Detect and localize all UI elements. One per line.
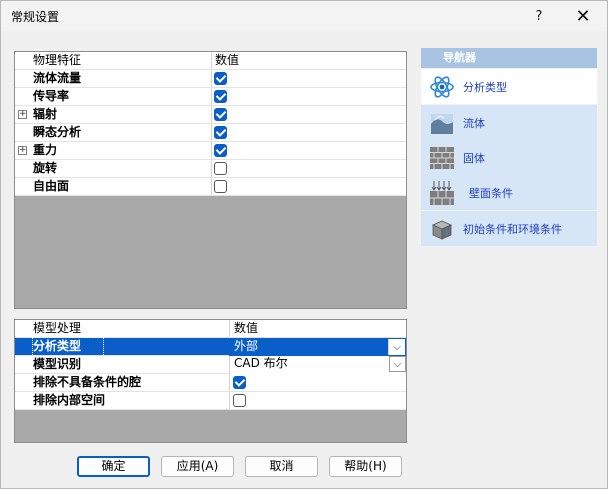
row-label: 分析类型 bbox=[33, 339, 82, 353]
column-divider bbox=[211, 88, 212, 105]
grid-row-exclude-internal-space[interactable]: 排除内部空间 bbox=[15, 392, 406, 410]
grid-header: 模型处理 数值 bbox=[15, 320, 406, 338]
transient-checkbox[interactable] bbox=[214, 126, 227, 139]
nav-item-solid[interactable]: 固体 bbox=[421, 140, 597, 175]
column-header-value: 数值 bbox=[234, 321, 259, 335]
grid-row-model-recognition[interactable]: 模型识别 CAD 布尔 ⌵ bbox=[15, 356, 406, 374]
exclude-internal-space-checkbox[interactable] bbox=[233, 394, 246, 407]
grid-row-transient[interactable]: 瞬态分析 bbox=[15, 124, 406, 142]
expand-icon[interactable]: + bbox=[18, 110, 27, 119]
nav-item-label: 固体 bbox=[463, 152, 485, 165]
nav-item-label: 流体 bbox=[463, 117, 485, 130]
nav-item-label: 分析类型 bbox=[463, 81, 507, 94]
navigator-title: 导航器 bbox=[421, 48, 597, 68]
column-divider bbox=[229, 374, 230, 391]
free-surface-checkbox[interactable] bbox=[214, 180, 227, 193]
atom-icon bbox=[430, 76, 454, 98]
wall-heat-icon bbox=[430, 181, 454, 205]
grid-row-free-surface[interactable]: 自由面 bbox=[15, 178, 406, 196]
analysis-type-dropdown[interactable]: 外部 ⌵ bbox=[229, 338, 406, 356]
expand-icon[interactable]: + bbox=[18, 146, 27, 155]
grid-row-exclude-cavities[interactable]: 排除不具备条件的腔 bbox=[15, 374, 406, 392]
apply-button[interactable]: 应用(A) bbox=[161, 456, 234, 477]
gravity-checkbox[interactable] bbox=[214, 144, 227, 157]
dropdown-value: 外部 bbox=[234, 339, 259, 353]
grid-row-gravity[interactable]: + 重力 bbox=[15, 142, 406, 160]
row-label: 传导率 bbox=[33, 89, 70, 103]
column-divider bbox=[211, 124, 212, 141]
column-divider bbox=[211, 52, 212, 69]
help-button[interactable]: 帮助(H) bbox=[329, 456, 402, 477]
column-divider bbox=[211, 106, 212, 123]
row-label: 流体流量 bbox=[33, 71, 82, 85]
radiation-checkbox[interactable] bbox=[214, 108, 227, 121]
rotation-checkbox[interactable] bbox=[214, 162, 227, 175]
fluid-flow-checkbox[interactable] bbox=[214, 72, 227, 85]
model-recognition-dropdown[interactable]: CAD 布尔 ⌵ bbox=[229, 356, 406, 374]
close-button[interactable]: ✕ bbox=[561, 1, 605, 31]
help-title-button[interactable]: ? bbox=[517, 1, 561, 31]
grid-row-fluid-flow[interactable]: 流体流量 bbox=[15, 70, 406, 88]
column-header-value: 数值 bbox=[215, 53, 240, 67]
chevron-down-icon[interactable]: ⌵ bbox=[389, 356, 406, 372]
cancel-button[interactable]: 取消 bbox=[245, 456, 318, 477]
grid-header: 物理特征 数值 bbox=[15, 52, 406, 70]
column-divider bbox=[211, 178, 212, 195]
row-label: 排除不具备条件的腔 bbox=[33, 375, 142, 389]
fluid-flow-icon bbox=[431, 114, 453, 134]
grid-row-radiation[interactable]: + 辐射 bbox=[15, 106, 406, 124]
window-title: 常规设置 bbox=[11, 10, 60, 24]
conductivity-checkbox[interactable] bbox=[214, 90, 227, 103]
settings-dialog: 常规设置 ? ✕ 物理特征 数值 流体流量 传导率 + 辐射 瞬态分析 + 重力… bbox=[0, 0, 608, 489]
nav-item-label: 壁面条件 bbox=[469, 187, 513, 200]
ok-button[interactable]: 确定 bbox=[77, 456, 150, 477]
column-divider bbox=[229, 320, 230, 337]
row-label: 旋转 bbox=[33, 161, 58, 175]
navigator-panel: 导航器 分析类型 流体 固体 壁面条件 初始条件和环境条件 bbox=[421, 48, 597, 248]
nav-item-fluid[interactable]: 流体 bbox=[421, 105, 597, 140]
column-divider bbox=[229, 392, 230, 409]
column-divider bbox=[211, 70, 212, 87]
row-label: 自由面 bbox=[33, 179, 70, 193]
brick-wall-icon bbox=[430, 147, 454, 169]
model-handling-grid: 模型处理 数值 分析类型 外部 ⌵ 模型识别 CAD 布尔 ⌵ 排除不具备条件的… bbox=[14, 319, 407, 443]
column-divider bbox=[211, 160, 212, 177]
row-label: 辐射 bbox=[33, 107, 58, 121]
physics-features-grid: 物理特征 数值 流体流量 传导率 + 辐射 瞬态分析 + 重力 旋转 自由面 bbox=[14, 51, 407, 309]
chevron-down-icon[interactable]: ⌵ bbox=[388, 339, 405, 355]
column-header-model: 模型处理 bbox=[33, 321, 82, 335]
nav-item-wall-conditions[interactable]: 壁面条件 bbox=[421, 175, 597, 210]
column-divider bbox=[211, 142, 212, 159]
exclude-cavities-checkbox[interactable] bbox=[233, 376, 246, 389]
dropdown-value: CAD 布尔 bbox=[234, 356, 288, 370]
grid-row-analysis-type[interactable]: 分析类型 外部 ⌵ bbox=[15, 337, 406, 357]
row-label: 模型识别 bbox=[33, 357, 82, 371]
grid-row-conductivity[interactable]: 传导率 bbox=[15, 88, 406, 106]
grid-row-rotation[interactable]: 旋转 bbox=[15, 160, 406, 178]
nav-item-label: 初始条件和环境条件 bbox=[463, 223, 562, 236]
title-bar[interactable]: 常规设置 ? ✕ bbox=[1, 1, 607, 31]
row-label: 重力 bbox=[33, 143, 58, 157]
nav-item-initial-conditions[interactable]: 初始条件和环境条件 bbox=[421, 211, 597, 246]
column-header-feature: 物理特征 bbox=[33, 53, 82, 67]
row-label: 瞬态分析 bbox=[33, 125, 82, 139]
nav-item-analysis-type[interactable]: 分析类型 bbox=[421, 69, 597, 104]
cube-icon bbox=[432, 220, 452, 240]
row-label: 排除内部空间 bbox=[33, 393, 106, 407]
